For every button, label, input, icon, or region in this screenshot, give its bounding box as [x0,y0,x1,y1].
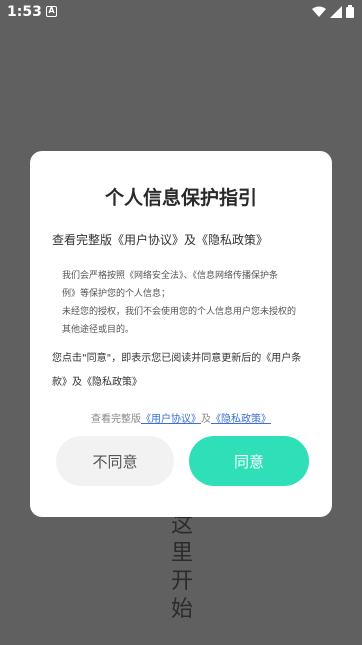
bg-char: 里 [170,541,193,566]
dialog-body: 我们会严格按照《网络安全法》、《信息网络传播保护条 例》等保护您的个人信息； 未… [62,267,322,339]
status-bar: 1:53 A [0,0,362,24]
bg-char: 始 [170,597,193,622]
footer-and: 及 [201,414,211,425]
footer-prefix: 查看完整版 [91,414,141,425]
app-notification-icon: A [46,6,57,17]
user-agreement-link[interactable]: 《用户协议》 [141,414,201,425]
signal-icon [330,5,342,18]
wifi-icon [312,6,326,17]
dialog-subtitle: 查看完整版《用户协议》及《隐私政策》 [52,233,269,247]
footer-links: 查看完整版《用户协议》及《隐私政策》 [30,410,332,425]
consent-text: 您点击"同意"，即表示您已阅读并同意更新后的《用户条款》及《隐私政策》 [52,353,302,388]
body-line: 其他途径或目的。 [62,325,135,335]
background-vertical-text: 这 里 开 始 [169,512,195,624]
body-line: 未经您的授权，我们不会使用您的个人信息用户您未授权的 [62,307,297,317]
agree-button[interactable]: 同意 [189,436,309,486]
battery-icon [346,5,354,18]
privacy-dialog: 个人信息保护指引 查看完整版《用户协议》及《隐私政策》 我们会严格按照《网络安全… [30,151,332,517]
status-time: 1:53 [7,4,42,20]
disagree-button[interactable]: 不同意 [56,436,174,486]
dialog-title: 个人信息保护指引 [104,187,257,209]
body-line: 例》等保护您的个人信息； [62,289,171,299]
body-line: 我们会严格按照《网络安全法》、《信息网络传播保护条 [62,271,279,281]
bg-char: 开 [170,569,193,594]
status-icons [312,5,354,18]
privacy-policy-link[interactable]: 《隐私政策》 [211,414,271,425]
